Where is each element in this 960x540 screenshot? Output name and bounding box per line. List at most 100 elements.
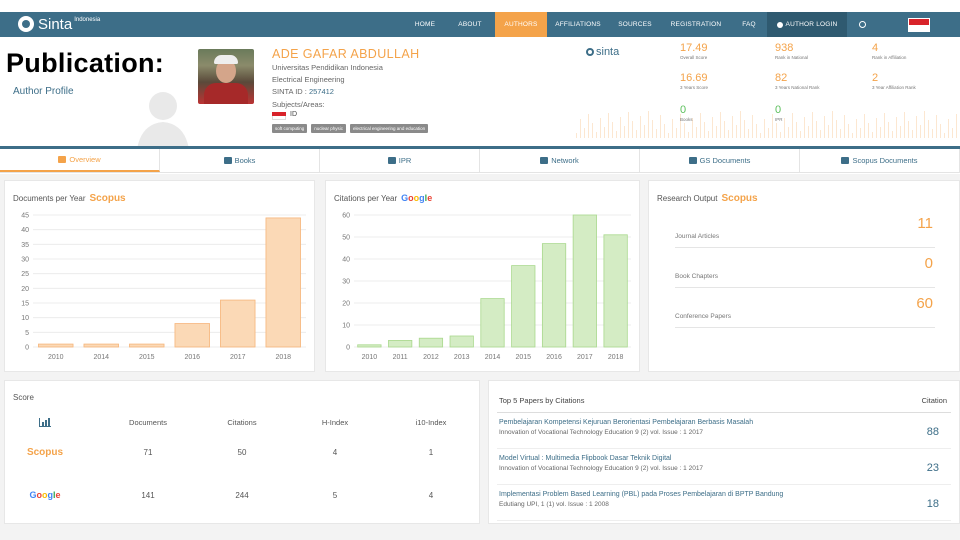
x-tick-label: 2018: [608, 354, 624, 361]
research-output-panel: Research Output Scopus Journal Articles 11…: [648, 180, 960, 372]
sparkline-bar: [636, 130, 637, 138]
sparkline-bar: [596, 132, 597, 138]
tab-books[interactable]: Books: [160, 149, 320, 172]
subject-tag[interactable]: electrical engineering and education: [350, 124, 429, 133]
tab-network[interactable]: Network: [480, 149, 640, 172]
google-logo: Google: [15, 490, 75, 500]
google-logo-letter: e: [55, 490, 61, 500]
subject-tag[interactable]: nuclear physic: [311, 124, 347, 133]
score-header: i10-Index: [415, 418, 447, 427]
brand-logo[interactable]: Sinta Indonesia: [18, 13, 100, 35]
sparkline-bar: [672, 119, 673, 138]
sparkline-bar: [640, 116, 641, 138]
score-value: 0: [775, 104, 782, 116]
x-tick-label: 2016: [184, 354, 200, 361]
sparkline-bar: [688, 132, 689, 138]
scopus-logo: Scopus: [26, 447, 64, 458]
sinta-score-item: 0 Books: [680, 104, 693, 122]
user-icon: [776, 21, 783, 28]
bar: [603, 234, 628, 348]
nav-item-affiliations[interactable]: AFFILIATIONS: [547, 12, 609, 37]
document-icon: [841, 157, 850, 164]
y-tick-label: 35: [21, 242, 29, 249]
y-tick-label: 10: [21, 315, 29, 322]
y-tick-label: 0: [346, 345, 350, 352]
author-department: Electrical Engineering: [272, 75, 345, 84]
document-icon: [688, 157, 697, 164]
score-value: 16.69: [680, 72, 708, 84]
main-menu: HOME ABOUT AUTHORS AFFILIATIONS SOURCES REGIS…: [405, 12, 877, 37]
search-button[interactable]: [847, 12, 877, 37]
nav-item-about[interactable]: ABOUT: [445, 12, 495, 37]
subject-tag[interactable]: soft computing: [272, 124, 308, 133]
bar: [388, 339, 413, 348]
row-divider: [497, 520, 951, 521]
documents-per-year-panel: Documents per Year Scopus 0 5 10 15 20 25 30 35 4…: [4, 180, 315, 372]
scopus-logo: Scopus: [721, 193, 758, 204]
tab-label: IPR: [398, 156, 412, 165]
score-label: IPR: [775, 117, 783, 122]
sparkline-bar: [632, 121, 633, 138]
y-tick-label: 5: [25, 330, 29, 337]
score-panel: Score Documents Citations H-Index i10-Index…: [4, 380, 480, 524]
nav-item-faq[interactable]: FAQ: [731, 12, 767, 37]
sparkline-bar: [588, 114, 589, 138]
bar-chart-icon: [58, 156, 67, 163]
network-icon: [540, 157, 549, 164]
bar-chart-icon-bar: [45, 420, 47, 426]
score-label: Rank in Affiliation: [872, 55, 907, 60]
nav-item-home[interactable]: HOME: [405, 12, 445, 37]
nav-item-sources[interactable]: SOURCES: [609, 12, 661, 37]
research-output-value: 11: [917, 215, 933, 232]
paper-citation-count: 88: [926, 426, 939, 438]
score-header: Citations: [227, 418, 257, 427]
score-cell: 5: [332, 491, 338, 500]
tab-label: Overview: [69, 155, 101, 164]
research-output-label: Journal Articles: [675, 233, 720, 240]
paper-title-link[interactable]: Pembelajaran Kompetensi Kejuruan Berorie…: [499, 419, 753, 426]
paper-citation-count: 23: [926, 462, 939, 474]
scopus-logo: Scopus: [89, 193, 126, 204]
sparkline-bar: [800, 131, 801, 138]
tab-scopus-documents[interactable]: Scopus Documents: [800, 149, 960, 172]
top-papers-title: Top 5 Papers by Citations: [499, 396, 585, 405]
nav-item-authors[interactable]: AUTHORS: [495, 12, 547, 37]
bar: [129, 343, 165, 348]
bar-chart-icon-bar: [48, 418, 50, 426]
country-flag-icon: [272, 112, 286, 120]
score-label: Books: [680, 117, 693, 122]
bar: [541, 243, 567, 348]
bar-chart-icon-bar: [42, 422, 44, 426]
x-tick-label: 2013: [454, 354, 470, 361]
x-tick-label: 2010: [362, 354, 378, 361]
subject-tags: soft computing nuclear physic electrical e…: [272, 124, 429, 133]
x-tick-label: 2017: [230, 354, 246, 361]
tab-overview[interactable]: Overview: [0, 149, 160, 172]
tab-gs-documents[interactable]: GS Documents: [640, 149, 800, 172]
sinta-score-grid: 17.49 Overall Score 938 Rank in National 4 Ra…: [680, 42, 960, 132]
y-tick-label: 25: [21, 271, 29, 278]
x-tick-label: 2014: [93, 354, 109, 361]
score-value: 4: [872, 42, 879, 54]
bar: [449, 335, 474, 348]
sparkline-bar: [584, 128, 585, 138]
page-title: Publication:: [6, 48, 165, 78]
nav-item-registration[interactable]: REGISTRATION: [661, 12, 731, 37]
language-flag-icon[interactable]: [908, 18, 930, 32]
sinta-score-item: 82 3 Years National Rank: [775, 72, 820, 90]
bar: [83, 343, 119, 348]
paper-title-link[interactable]: Model Virtual : Multimedia Flipbook Dasa…: [499, 455, 671, 462]
y-tick-label: 60: [342, 213, 350, 220]
sinta-badge: sinta: [586, 46, 619, 58]
profile-tabs: Overview Books IPR Network GS Documents Scopu…: [0, 149, 960, 173]
score-value: 82: [775, 72, 788, 84]
x-tick-label: 2014: [485, 354, 501, 361]
author-university[interactable]: Universitas Pendidikan Indonesia: [272, 63, 383, 72]
panel-title-text: Research Output: [657, 194, 718, 203]
y-tick-label: 50: [342, 235, 350, 242]
x-tick-label: 2017: [577, 354, 593, 361]
tab-ipr[interactable]: IPR: [320, 149, 480, 172]
nav-item-author-login[interactable]: AUTHOR LOGIN: [767, 12, 847, 37]
score-cell: 244: [235, 491, 249, 500]
paper-title-link[interactable]: Implementasi Problem Based Learning (PBL…: [499, 491, 783, 498]
